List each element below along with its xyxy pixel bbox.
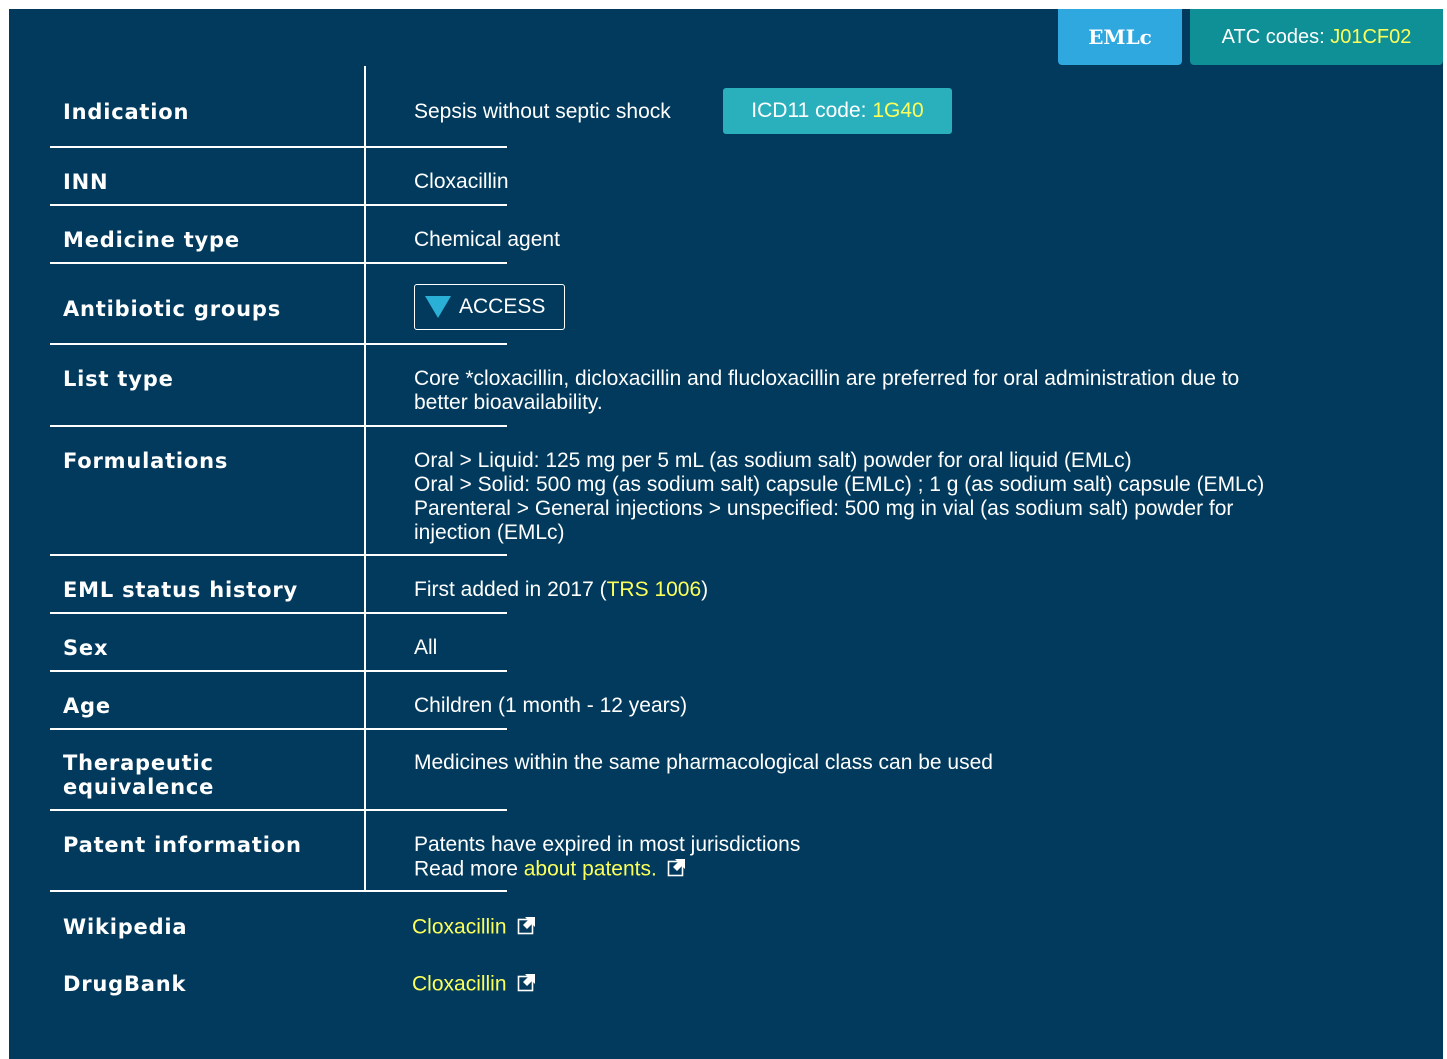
row-divider xyxy=(50,146,507,148)
about-patents-link[interactable]: about patents. xyxy=(524,858,657,881)
list-type-label: List type xyxy=(63,367,174,391)
row-divider xyxy=(50,612,507,614)
drugbank-label: DrugBank xyxy=(63,972,187,996)
indication-value: Sepsis without septic shock xyxy=(414,100,671,123)
row-divider xyxy=(50,890,507,892)
antibiotic-groups-label: Antibiotic groups xyxy=(63,297,281,321)
indication-label: Indication xyxy=(63,100,190,124)
row-divider xyxy=(50,425,507,427)
formulations-label: Formulations xyxy=(63,449,229,473)
patent-line: Read more about patents. xyxy=(414,857,1394,883)
medicine-type-value: Chemical agent xyxy=(414,228,560,251)
label-line: Therapeutic xyxy=(63,751,214,775)
atc-code[interactable]: J01CF02 xyxy=(1330,26,1411,49)
wikipedia-value: Cloxacillin xyxy=(412,915,1392,941)
row-divider xyxy=(50,728,507,730)
drugbank-value: Cloxacillin xyxy=(412,972,1392,998)
icd-prefix: ICD11 code: xyxy=(751,99,873,122)
wikipedia-label: Wikipedia xyxy=(63,915,188,939)
icd-code: 1G40 xyxy=(872,99,924,122)
row-divider xyxy=(50,204,507,206)
formulations-value: Oral > Liquid: 125 mg per 5 mL (as sodiu… xyxy=(414,449,1394,545)
external-link-icon[interactable] xyxy=(517,972,537,998)
read-more-prefix: Read more xyxy=(414,857,524,881)
emlc-label: EMLc xyxy=(1088,25,1152,49)
formulation-line: injection (EMLc) xyxy=(414,521,565,544)
icd11-code-badge[interactable]: ICD11 code: 1G40 xyxy=(723,88,952,134)
medicine-info-panel: EMLc ATC codes: J01CF02 Indication Sepsi… xyxy=(9,9,1443,1059)
access-label: ACCESS xyxy=(459,295,546,318)
wikipedia-link[interactable]: Cloxacillin xyxy=(412,916,507,939)
formulation-line: Parenteral > General injections > unspec… xyxy=(414,497,1234,520)
medicine-type-label: Medicine type xyxy=(63,228,240,252)
row-divider xyxy=(50,809,507,811)
formulation-line: Oral > Solid: 500 mg (as sodium salt) ca… xyxy=(414,473,1265,496)
drugbank-link[interactable]: Cloxacillin xyxy=(412,973,507,996)
external-link-icon[interactable] xyxy=(517,915,537,941)
row-divider xyxy=(50,554,507,556)
therapeutic-equivalence-label: Therapeutic equivalence xyxy=(63,751,214,799)
eml-status-history-value: First added in 2017 (TRS 1006) xyxy=(414,578,1394,602)
row-divider xyxy=(50,262,507,264)
inn-value: Cloxacillin xyxy=(414,170,509,193)
formulation-line: Oral > Liquid: 125 mg per 5 mL (as sodiu… xyxy=(414,449,1132,472)
sex-label: Sex xyxy=(63,636,109,660)
eml-status-history-label: EML status history xyxy=(63,578,299,602)
list-type-line: Core *cloxacillin, dicloxacillin and flu… xyxy=(414,367,1240,390)
row-divider xyxy=(50,343,507,345)
age-value: Children (1 month - 12 years) xyxy=(414,694,688,717)
column-divider xyxy=(364,66,366,892)
external-link-icon[interactable] xyxy=(667,857,687,883)
status-suffix: ) xyxy=(701,578,709,601)
atc-codes-button[interactable]: ATC codes: J01CF02 xyxy=(1190,9,1443,65)
age-label: Age xyxy=(63,694,111,718)
therapeutic-equivalence-value: Medicines within the same pharmacologica… xyxy=(414,751,993,774)
inn-label: INN xyxy=(63,170,109,194)
status-prefix: First added in 2017 ( xyxy=(414,578,607,601)
label-line: equivalence xyxy=(63,775,215,799)
access-group-badge[interactable]: ACCESS xyxy=(414,284,565,330)
patent-information-value: Patents have expired in most jurisdictio… xyxy=(414,833,1394,883)
sex-value: All xyxy=(414,636,438,659)
list-type-line: better bioavailability. xyxy=(414,391,603,414)
emlc-button[interactable]: EMLc xyxy=(1058,9,1182,65)
down-triangle-icon xyxy=(425,296,451,318)
patent-information-label: Patent information xyxy=(63,833,302,857)
row-divider xyxy=(50,670,507,672)
patent-line: Patents have expired in most jurisdictio… xyxy=(414,833,801,856)
atc-prefix: ATC codes: xyxy=(1221,25,1331,48)
list-type-value: Core *cloxacillin, dicloxacillin and flu… xyxy=(414,367,1394,415)
trs-link[interactable]: TRS 1006 xyxy=(607,578,702,601)
